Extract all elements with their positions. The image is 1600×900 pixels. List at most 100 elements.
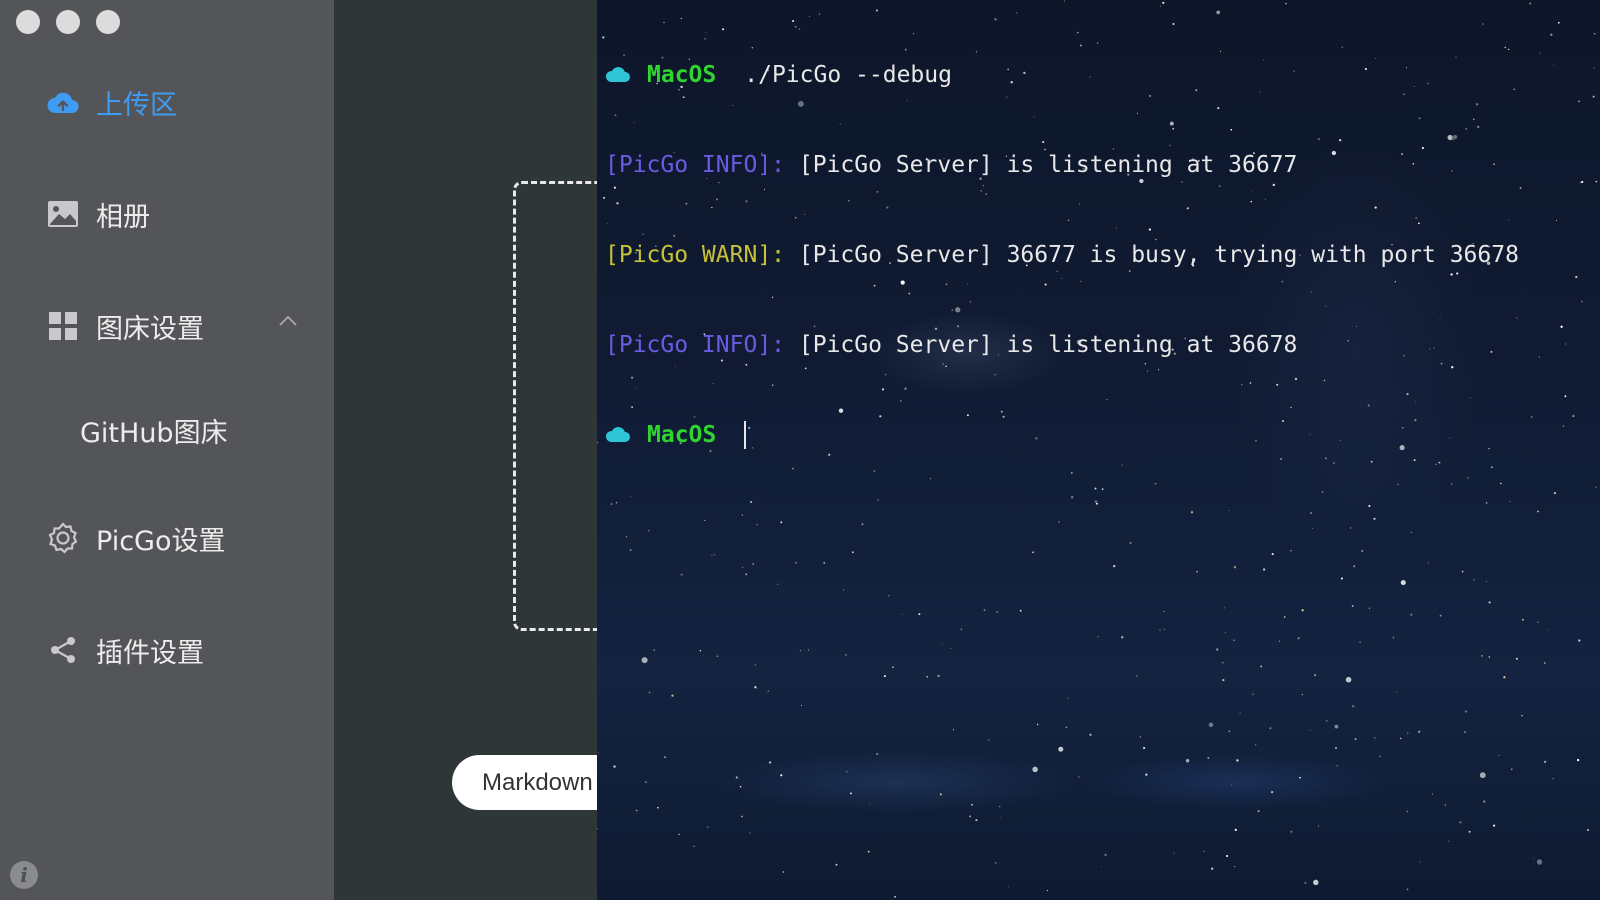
star [1173, 852, 1175, 854]
sidebar-item-picgo-settings[interactable]: PicGo设置 [47, 518, 225, 558]
star [1036, 723, 1039, 726]
window-close-button[interactable] [16, 10, 40, 34]
star [1345, 676, 1352, 683]
star [1552, 777, 1554, 780]
star [735, 776, 738, 779]
star [1593, 67, 1595, 69]
window-minimize-button[interactable] [56, 10, 80, 34]
star [1262, 568, 1266, 571]
chevron-up-icon[interactable] [278, 314, 298, 328]
cloud-upload-icon [47, 86, 79, 118]
star [960, 628, 963, 630]
star [1392, 636, 1395, 639]
star [1539, 52, 1541, 54]
cloud-icon [605, 66, 631, 84]
star [1427, 562, 1430, 564]
log-message: [PicGo Server] 36677 is busy, trying wit… [798, 242, 1519, 268]
star [1572, 415, 1575, 418]
star [1410, 531, 1412, 533]
star [845, 654, 847, 656]
star [613, 765, 616, 768]
star [680, 573, 683, 576]
sidebar-item-plugin-settings[interactable]: 插件设置 [47, 630, 204, 670]
star [1595, 486, 1597, 488]
star [780, 521, 783, 524]
star [1255, 744, 1257, 746]
star [1406, 810, 1409, 813]
star [1488, 601, 1491, 604]
star [1349, 527, 1352, 529]
star [1290, 550, 1292, 552]
sidebar-item-pic-bed[interactable]: 图床设置 [47, 306, 204, 346]
star [1576, 758, 1580, 762]
star [625, 536, 628, 538]
star [1221, 661, 1224, 664]
star [999, 806, 1001, 808]
star [1164, 628, 1166, 631]
star [1400, 580, 1406, 586]
star [657, 806, 659, 809]
star [883, 675, 886, 678]
star [699, 649, 702, 652]
star [1406, 888, 1409, 891]
star [1581, 300, 1583, 303]
sidebar-item-label: 插件设置 [96, 637, 204, 669]
star [598, 751, 600, 753]
star [918, 613, 921, 616]
star [1313, 879, 1319, 886]
star [1373, 737, 1376, 739]
log-message: [PicGo Server] is listening at 36678 [798, 332, 1298, 358]
star [1334, 746, 1338, 750]
star [1464, 731, 1466, 733]
star [843, 589, 844, 591]
star [1351, 605, 1354, 607]
star [757, 688, 759, 690]
star [1089, 733, 1092, 736]
sidebar-item-label: 图床设置 [96, 313, 204, 345]
star [1379, 755, 1381, 757]
sidebar-item-album[interactable]: 相册 [47, 194, 150, 234]
log-message: [PicGo Server] is listening at 36677 [798, 152, 1298, 178]
star [671, 694, 674, 697]
terminal-prompt-line: MacOS ./PicGo --debug [605, 60, 1519, 90]
star [1104, 853, 1107, 857]
star [1419, 861, 1421, 863]
star [653, 649, 655, 651]
star [1473, 579, 1475, 581]
star [1185, 758, 1190, 763]
star [823, 562, 826, 564]
star [1058, 520, 1061, 523]
star [635, 809, 638, 812]
star [782, 871, 785, 873]
star [867, 850, 870, 853]
star [645, 781, 647, 783]
star [1008, 886, 1010, 888]
star [768, 761, 772, 764]
star [741, 566, 744, 569]
star [648, 691, 651, 694]
star [1309, 730, 1311, 731]
star [1336, 765, 1338, 767]
markdown-format-button[interactable]: Markdown [452, 755, 597, 810]
sidebar-item-label: 上传区 [96, 89, 177, 121]
star [1325, 719, 1328, 722]
star [983, 609, 986, 611]
sidebar-subitem-github[interactable]: GitHub图床 [80, 410, 228, 450]
star [1560, 325, 1563, 328]
upload-dropzone[interactable] [513, 181, 597, 631]
star [1373, 517, 1376, 520]
star [1139, 736, 1141, 738]
terminal-window[interactable]: MacOS ./PicGo --debug [PicGo INFO]: [Pic… [597, 0, 1600, 900]
star [1578, 100, 1580, 103]
sidebar-item-upload[interactable]: 上传区 [47, 82, 177, 122]
star [1444, 804, 1447, 806]
star [1550, 33, 1553, 36]
star [901, 613, 903, 615]
star [1299, 776, 1301, 779]
star [1283, 616, 1286, 618]
window-zoom-button[interactable] [96, 10, 120, 34]
star [1431, 793, 1434, 795]
star [851, 551, 854, 554]
star [597, 828, 598, 830]
info-icon[interactable]: i [10, 861, 38, 889]
